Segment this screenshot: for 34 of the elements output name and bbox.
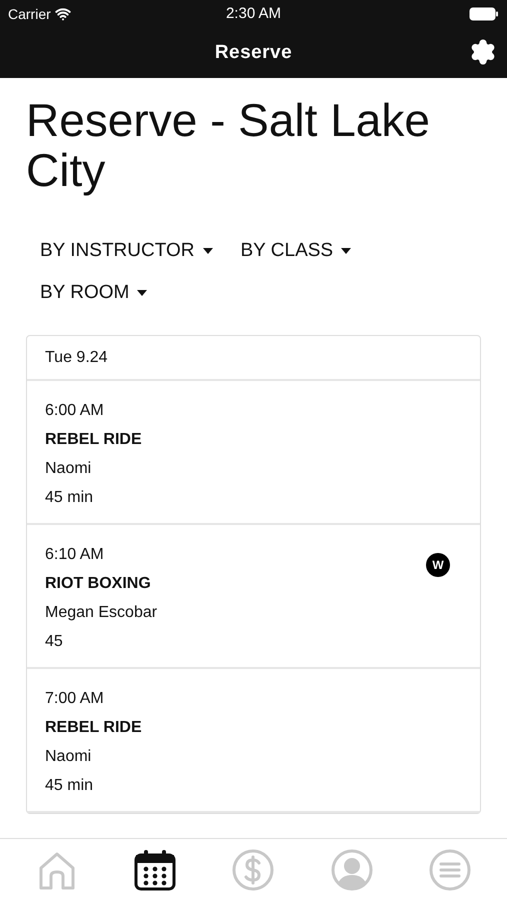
class-badge: W <box>426 553 450 577</box>
settings-button[interactable] <box>469 38 497 66</box>
profile-icon[interactable] <box>330 848 374 892</box>
instructor-name: Naomi <box>45 459 92 479</box>
status-time: 2:30 AM <box>226 4 282 24</box>
date-header: Tue 9.24 <box>45 348 108 368</box>
class-row[interactable]: 6:00 AM REBEL RIDE Naomi 45 min <box>27 381 480 525</box>
class-duration: 45 <box>45 632 63 652</box>
page-title: Reserve - Salt Lake City <box>26 95 431 195</box>
wifi-icon <box>54 6 71 22</box>
dollar-icon[interactable] <box>231 848 276 892</box>
carrier-label: Carrier <box>8 4 51 24</box>
caret-icon <box>202 248 212 254</box>
caret-icon <box>137 290 148 296</box>
nav-title: Reserve <box>214 40 292 65</box>
battery-icon <box>468 7 499 21</box>
instructor-name: Megan Escobar <box>45 603 158 623</box>
class-duration: 45 min <box>45 776 94 796</box>
class-time: 7:00 AM <box>45 689 104 709</box>
class-name: RIOT BOXING <box>45 574 151 594</box>
class-time: 6:10 AM <box>45 545 104 565</box>
filter-dropdown[interactable]: BY CLASS <box>240 239 352 263</box>
filter-dropdown[interactable]: BY INSTRUCTOR <box>40 239 212 263</box>
instructor-name: Naomi <box>45 747 92 767</box>
class-duration: 45 min <box>45 488 94 508</box>
filter-dropdown[interactable]: BY ROOM <box>40 281 148 305</box>
class-row[interactable]: 6:10 AM RIOT BOXING Megan Escobar 45 W <box>27 525 480 669</box>
class-name: REBEL RIDE <box>45 718 142 738</box>
class-time: 6:00 AM <box>45 401 104 421</box>
class-row[interactable]: 7:00 AM REBEL RIDE Naomi 45 min <box>27 669 480 813</box>
menu-icon[interactable] <box>428 848 472 892</box>
class-name: REBEL RIDE <box>45 430 142 450</box>
calendar-icon[interactable] <box>133 848 178 892</box>
caret-icon <box>341 248 352 254</box>
